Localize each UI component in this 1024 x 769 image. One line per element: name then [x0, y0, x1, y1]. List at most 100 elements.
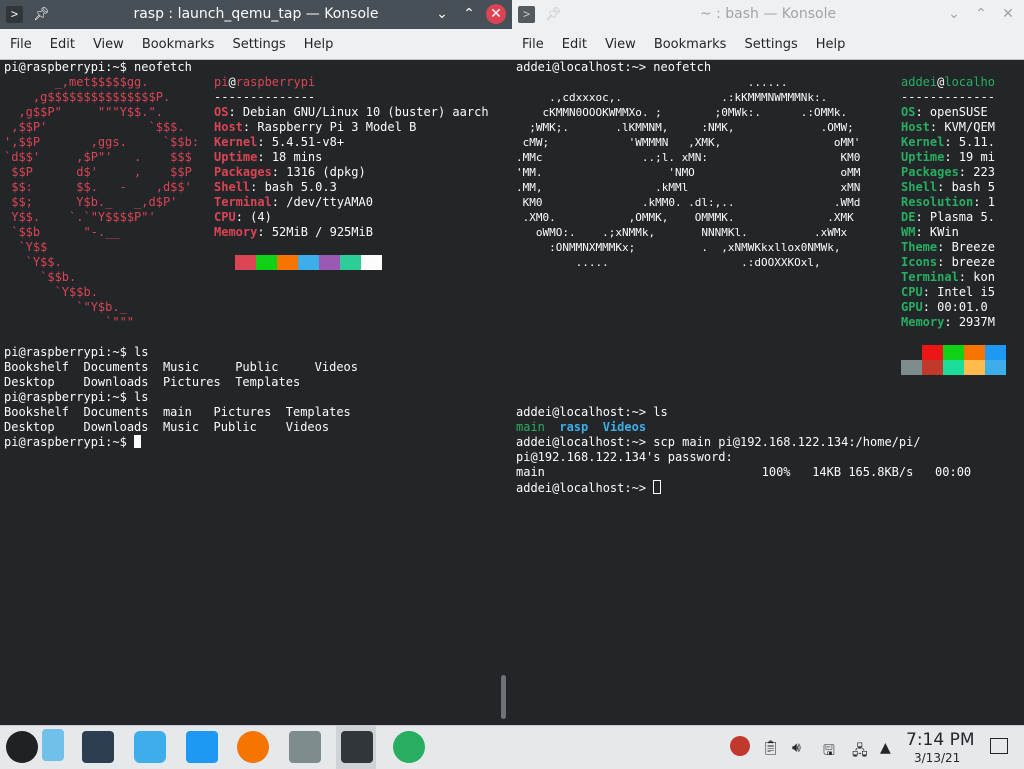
tray-expand-icon[interactable]: ▲ [880, 740, 891, 756]
maximize-button[interactable]: ⌃ [971, 4, 991, 24]
titlebar[interactable]: > 📌︎ rasp : launch_qemu_tap — Konsole ⌄ … [0, 0, 512, 29]
konsole-icon[interactable] [341, 731, 373, 763]
konsole-window-left[interactable]: > 📌︎ rasp : launch_qemu_tap — Konsole ⌄ … [0, 0, 512, 725]
minimize-button[interactable]: ⌄ [432, 4, 452, 24]
menu-view[interactable]: View [85, 37, 132, 52]
virt-manager-icon[interactable] [393, 731, 425, 763]
maximize-button[interactable]: ⌃ [459, 4, 479, 24]
system-settings-icon[interactable] [82, 731, 114, 763]
sysinfo-key: CPU [214, 210, 236, 224]
sysinfo-row: WM: KWin [901, 225, 959, 239]
network-icon[interactable]: 🖧︎ [852, 740, 868, 764]
command-line: pi@raspberrypi:~$ neofetch [4, 60, 192, 74]
sysinfo-key: Terminal [901, 270, 959, 284]
device-icon[interactable]: 🖫︎ [823, 740, 835, 764]
ls-output: Desktop Downloads Music Public Videos [4, 420, 330, 434]
debian-logo: _,met$$$$$gg. ,g$$$$$$$$$$$$$$$P. ,g$$P"… [4, 75, 200, 329]
color-swatch [277, 255, 298, 270]
color-swatch [943, 345, 964, 360]
sysinfo-row: Packages: 1316 (dpkg) [214, 165, 366, 179]
ls-output: Bookshelf Documents main Pictures Templa… [4, 405, 351, 419]
close-button[interactable]: ✕ [486, 4, 506, 24]
sysinfo-value: 52MiB / 925MiB [271, 225, 373, 239]
opensuse-launcher-icon[interactable] [6, 731, 38, 763]
menu-help[interactable]: Help [296, 37, 342, 52]
sysinfo-row: Icons: breeze [901, 255, 995, 269]
prompt-line[interactable]: addei@localhost:~> [516, 480, 662, 495]
sysinfo-row: OS: Debian GNU/Linux 10 (buster) aarch [214, 105, 489, 119]
sysinfo-value: KWin [929, 225, 959, 239]
sysinfo-value: Plasma 5. [929, 210, 995, 224]
discover-store-icon[interactable] [134, 731, 166, 763]
ls-command: pi@raspberrypi:~$ ls [4, 345, 149, 359]
minimize-button[interactable]: ⌄ [944, 4, 964, 24]
dolphin-file-manager-icon[interactable] [186, 731, 218, 763]
color-swatch [985, 360, 1006, 375]
clipboard-icon[interactable]: 📋︎ [762, 740, 780, 756]
clock-date[interactable]: 3/13/21 [914, 751, 960, 765]
sysinfo-value: 1 [987, 195, 995, 209]
color-swatch [964, 345, 985, 360]
menu-view[interactable]: View [597, 37, 644, 52]
color-swatch [943, 360, 964, 375]
menu-settings[interactable]: Settings [224, 37, 293, 52]
sysinfo-value: Debian GNU/Linux 10 (buster) aarch [242, 105, 489, 119]
user-host: addei@localho [901, 75, 995, 89]
record-icon[interactable] [730, 736, 750, 756]
sysinfo-key: Packages [901, 165, 959, 179]
color-swatch [319, 255, 340, 270]
konsole-window-right[interactable]: > 📌︎ ~ : bash — Konsole ⌄ ⌃ ✕ File Edit … [512, 0, 1024, 725]
sysinfo-key: Shell [214, 180, 251, 194]
menu-file[interactable]: File [2, 37, 40, 52]
sysinfo-row: Theme: Breeze [901, 240, 995, 254]
sysinfo-row: GPU: 00:01.0 [901, 300, 988, 314]
terminal-area[interactable]: pi@raspberrypi:~$ neofetch _,met$$$$$gg.… [0, 60, 512, 725]
sysinfo-value: Intel i5 [937, 285, 995, 299]
screenshot-icon[interactable] [289, 731, 321, 763]
sysinfo-row: OS: openSUSE [901, 105, 988, 119]
sysinfo-row: Host: KVM/QEM [901, 120, 995, 134]
sysinfo-value: KVM/QEM [944, 120, 995, 134]
menu-help[interactable]: Help [808, 37, 854, 52]
menu-file[interactable]: File [514, 37, 552, 52]
ls-command: pi@raspberrypi:~$ ls [4, 390, 149, 404]
opensuse-logo: ...... .,cdxxxoc,. .:kKMMMNWMMMNk:. cKMM… [516, 76, 861, 269]
sysinfo-value: 00:01.0 [937, 300, 988, 314]
show-desktop-icon[interactable] [990, 738, 1008, 754]
sysinfo-row: Packages: 223 [901, 165, 995, 179]
menubar: File Edit View Bookmarks Settings Help [512, 29, 1024, 60]
sysinfo-value: 19 mi [958, 150, 995, 164]
volume-icon[interactable]: 🔊︎ [792, 740, 801, 756]
menu-settings[interactable]: Settings [736, 37, 805, 52]
sysinfo-row: Shell: bash 5.0.3 [214, 180, 337, 194]
sysinfo-key: OS [214, 105, 229, 119]
sysinfo-row: Shell: bash 5 [901, 180, 995, 194]
sysinfo-value: kon [973, 270, 995, 284]
clock-time[interactable]: 7:14 PM [906, 730, 975, 750]
close-button[interactable]: ✕ [998, 4, 1018, 24]
titlebar[interactable]: > 📌︎ ~ : bash — Konsole ⌄ ⌃ ✕ [512, 0, 1024, 29]
color-swatch [964, 360, 985, 375]
scrollbar[interactable] [501, 675, 506, 719]
pager-icon[interactable] [42, 729, 64, 761]
menu-bookmarks[interactable]: Bookmarks [646, 37, 735, 52]
text-cursor [134, 435, 142, 448]
terminal-area[interactable]: addei@localhost:~> neofetch ...... .,cdx… [512, 60, 1024, 725]
sysinfo-key: GPU [901, 300, 923, 314]
sysinfo-row: CPU: (4) [214, 210, 272, 224]
transfer-progress: main 100% 14KB 165.8KB/s 00:00 [516, 465, 972, 479]
separator: -------------- [214, 90, 316, 104]
sysinfo-value: 5.11. [958, 135, 995, 149]
menu-edit[interactable]: Edit [554, 37, 595, 52]
separator: ------------- [901, 90, 995, 104]
prompt-line[interactable]: pi@raspberrypi:~$ [4, 435, 142, 450]
sysinfo-row: Kernel: 5.11. [901, 135, 995, 149]
sysinfo-key: Host [901, 120, 930, 134]
sysinfo-value: Breeze [951, 240, 995, 254]
sysinfo-value: 2937M [958, 315, 995, 329]
firefox-icon[interactable] [237, 731, 269, 763]
sysinfo-value: /dev/ttyAMA0 [286, 195, 373, 209]
sysinfo-row: DE: Plasma 5. [901, 210, 995, 224]
menu-bookmarks[interactable]: Bookmarks [134, 37, 223, 52]
menu-edit[interactable]: Edit [42, 37, 83, 52]
